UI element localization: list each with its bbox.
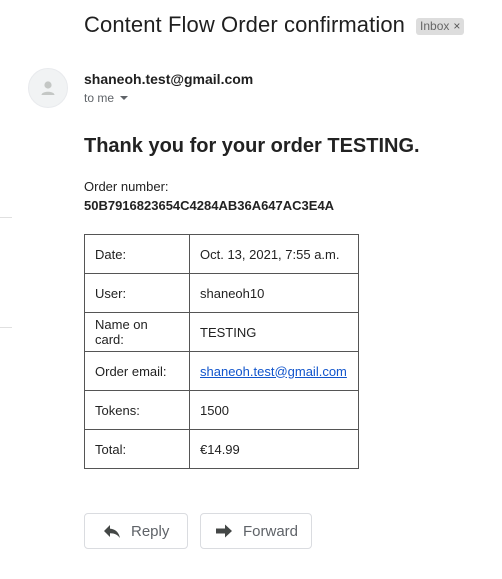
table-row: Date: Oct. 13, 2021, 7:55 a.m. — [84, 234, 359, 274]
order-number: 50B7916823654C4284AB36A647AC3E4A — [84, 198, 335, 213]
divider — [0, 217, 12, 218]
recipients-toggle[interactable]: to me — [84, 91, 129, 105]
reply-button[interactable]: Reply — [84, 513, 188, 549]
detail-value: 1500 — [189, 390, 359, 430]
divider — [0, 327, 12, 328]
order-details-table: Date: Oct. 13, 2021, 7:55 a.m. User: sha… — [84, 234, 359, 469]
table-row: Name on card: TESTING — [84, 312, 359, 352]
email-view: Content Flow Order confirmation Inbox × … — [0, 0, 502, 579]
detail-key: Name on card: — [84, 312, 190, 352]
close-icon[interactable]: × — [453, 19, 460, 33]
forward-icon — [215, 522, 233, 540]
email-subject: Content Flow Order confirmation — [84, 12, 406, 37]
forward-label: Forward — [243, 522, 299, 540]
detail-value: Oct. 13, 2021, 7:55 a.m. — [189, 234, 359, 274]
forward-button[interactable]: Forward — [200, 513, 312, 549]
detail-value: TESTING — [189, 312, 359, 352]
detail-value-cell: shaneoh.test@gmail.com — [189, 351, 359, 391]
sender-email[interactable]: shaneoh.test@gmail.com — [84, 71, 253, 87]
avatar[interactable] — [28, 68, 68, 108]
table-row: Tokens: 1500 — [84, 390, 359, 430]
recipient-label: to me — [84, 91, 115, 105]
order-number-label: Order number: — [84, 179, 169, 194]
table-row: Total: €14.99 — [84, 429, 359, 469]
reply-label: Reply — [131, 522, 170, 540]
detail-value: shaneoh10 — [189, 273, 359, 313]
table-row: Order email: shaneoh.test@gmail.com — [84, 351, 359, 391]
detail-key: Total: — [84, 429, 190, 469]
detail-key: Date: — [84, 234, 190, 274]
detail-key: Tokens: — [84, 390, 190, 430]
reply-icon — [103, 522, 121, 540]
detail-key: Order email: — [84, 351, 190, 391]
label-text: Inbox — [420, 19, 450, 33]
inbox-label-chip[interactable]: Inbox × — [416, 17, 465, 35]
message-heading: Thank you for your order TESTING. — [84, 135, 420, 157]
detail-value: €14.99 — [189, 429, 359, 469]
detail-key: User: — [84, 273, 190, 313]
order-email-link[interactable]: shaneoh.test@gmail.com — [200, 364, 347, 379]
subject-row: Content Flow Order confirmation Inbox × — [84, 12, 465, 38]
person-icon — [41, 81, 55, 95]
table-row: User: shaneoh10 — [84, 273, 359, 313]
chevron-down-icon[interactable] — [120, 96, 129, 100]
